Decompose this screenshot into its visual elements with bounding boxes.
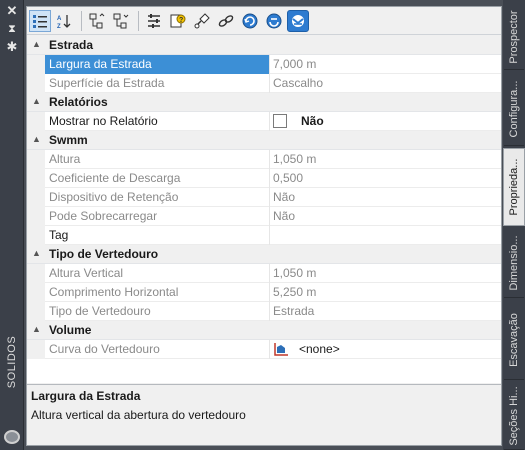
palette-settings-icon[interactable]: ✱ <box>4 40 20 54</box>
property-value[interactable]: 5,250 m <box>273 285 316 299</box>
palette-title-bar: ✕ ⧗ ✱ SOLIDOS <box>0 0 24 450</box>
property-row-comprimento[interactable]: Comprimento Horizontal 5,250 m <box>27 283 501 302</box>
property-name: Dispositivo de Retenção <box>49 190 179 204</box>
property-row-dispositivo[interactable]: Dispositivo de Retenção Não <box>27 188 501 207</box>
properties-panel: AZ ? ▲ Estrada Largura da Estrada 7,000 … <box>26 6 502 446</box>
collapse-toggle-icon[interactable]: ▲ <box>32 96 41 106</box>
property-row-coeficiente[interactable]: Coeficiente de Descarga 0,500 <box>27 169 501 188</box>
tab-prospector[interactable]: Prospector <box>504 4 524 70</box>
category-swmm[interactable]: ▲ Swmm <box>27 131 501 150</box>
property-row-tipo[interactable]: Tipo de Vertedouro Estrada <box>27 302 501 321</box>
property-value[interactable]: <none> <box>299 342 340 356</box>
toolbar: AZ ? <box>27 7 501 35</box>
chain-icon[interactable] <box>215 10 237 32</box>
property-name: Comprimento Horizontal <box>49 285 179 299</box>
property-value: Não <box>301 114 324 128</box>
property-name: Largura da Estrada <box>45 55 269 74</box>
category-title: Volume <box>49 323 92 337</box>
category-title: Tipo de Vertedouro <box>49 247 159 261</box>
property-name: Curva do Vertedouro <box>49 342 160 356</box>
category-estrada[interactable]: ▲ Estrada <box>27 36 501 55</box>
properties-icon[interactable] <box>143 10 165 32</box>
property-value[interactable]: Não <box>273 190 295 204</box>
property-row-curva[interactable]: Curva do Vertedouro <none> <box>27 340 501 359</box>
sync-icon[interactable] <box>263 10 285 32</box>
property-name: Coeficiente de Descarga <box>49 171 181 185</box>
property-value[interactable]: 1,050 m <box>273 266 316 280</box>
category-relatorios[interactable]: ▲ Relatórios <box>27 93 501 112</box>
refresh-icon[interactable] <box>239 10 261 32</box>
palette-menu-icon[interactable] <box>4 430 20 444</box>
property-value[interactable]: Cascalho <box>273 76 323 90</box>
property-name: Tag <box>49 228 69 242</box>
property-value[interactable]: 0,500 <box>273 171 303 185</box>
svg-text:A: A <box>57 16 62 22</box>
property-name: Mostrar no Relatório <box>49 114 158 128</box>
property-row-altura-vertical[interactable]: Altura Vertical 1,050 m <box>27 264 501 283</box>
collapse-icon[interactable] <box>110 10 132 32</box>
settings-icon[interactable] <box>287 9 309 32</box>
category-title: Relatórios <box>49 95 108 109</box>
property-name: Superfície da Estrada <box>49 76 165 90</box>
property-value[interactable]: 7,000 m <box>273 57 316 71</box>
close-icon[interactable]: ✕ <box>4 4 20 18</box>
tab-dimensionamento[interactable]: Dimensio... <box>504 228 524 298</box>
toolbar-separator <box>81 10 82 31</box>
collapse-toggle-icon[interactable]: ▲ <box>32 324 41 334</box>
category-title: Swmm <box>49 133 88 147</box>
property-value[interactable]: Estrada <box>273 304 314 318</box>
link-icon[interactable] <box>191 10 213 32</box>
property-name: Altura <box>49 152 81 166</box>
report-checkbox[interactable] <box>273 114 287 128</box>
tab-secoes[interactable]: Seções Hi... <box>504 382 524 450</box>
tab-escavacao[interactable]: Escavação <box>504 300 524 380</box>
help-icon[interactable]: ? <box>167 10 189 32</box>
palette-tabs: Prospector Configura... Proprieda... Dim… <box>503 0 525 450</box>
property-row-tag[interactable]: Tag <box>27 226 501 245</box>
categorized-icon[interactable] <box>29 9 51 32</box>
property-row-altura[interactable]: Altura 1,050 m <box>27 150 501 169</box>
property-grid: ▲ Estrada Largura da Estrada 7,000 m Sup… <box>27 36 501 383</box>
auto-hide-icon[interactable]: ⧗ <box>4 22 20 36</box>
tab-configuracoes[interactable]: Configura... <box>504 72 524 146</box>
palette-title: SOLIDOS <box>6 335 18 389</box>
description-panel: Largura da Estrada Altura vertical da ab… <box>27 384 501 445</box>
property-row-largura[interactable]: Largura da Estrada 7,000 m <box>27 55 501 74</box>
svg-text:Z: Z <box>57 24 61 29</box>
property-row-sobrecarregar[interactable]: Pode Sobrecarregar Não <box>27 207 501 226</box>
collapse-toggle-icon[interactable]: ▲ <box>32 39 41 49</box>
curve-icon[interactable] <box>273 342 289 357</box>
category-title: Estrada <box>49 38 94 52</box>
collapse-toggle-icon[interactable]: ▲ <box>32 134 41 144</box>
property-value[interactable]: 1,050 m <box>273 152 316 166</box>
toolbar-separator <box>138 10 139 31</box>
tab-propriedades[interactable]: Proprieda... <box>503 148 525 226</box>
svg-text:?: ? <box>179 17 183 24</box>
collapse-toggle-icon[interactable]: ▲ <box>32 248 41 258</box>
expand-icon[interactable] <box>86 10 108 32</box>
description-text: Altura vertical da abertura do vertedour… <box>31 408 246 422</box>
category-tipo-vertedouro[interactable]: ▲ Tipo de Vertedouro <box>27 245 501 264</box>
property-value[interactable]: Não <box>273 209 295 223</box>
description-title: Largura da Estrada <box>31 389 141 403</box>
property-row-superficie[interactable]: Superfície da Estrada Cascalho <box>27 74 501 93</box>
property-name: Pode Sobrecarregar <box>49 209 158 223</box>
sort-az-icon[interactable]: AZ <box>53 10 75 32</box>
property-name: Tipo de Vertedouro <box>49 304 151 318</box>
category-volume[interactable]: ▲ Volume <box>27 321 501 340</box>
property-name: Altura Vertical <box>49 266 124 280</box>
property-row-mostrar[interactable]: Mostrar no Relatório Não <box>27 112 501 131</box>
